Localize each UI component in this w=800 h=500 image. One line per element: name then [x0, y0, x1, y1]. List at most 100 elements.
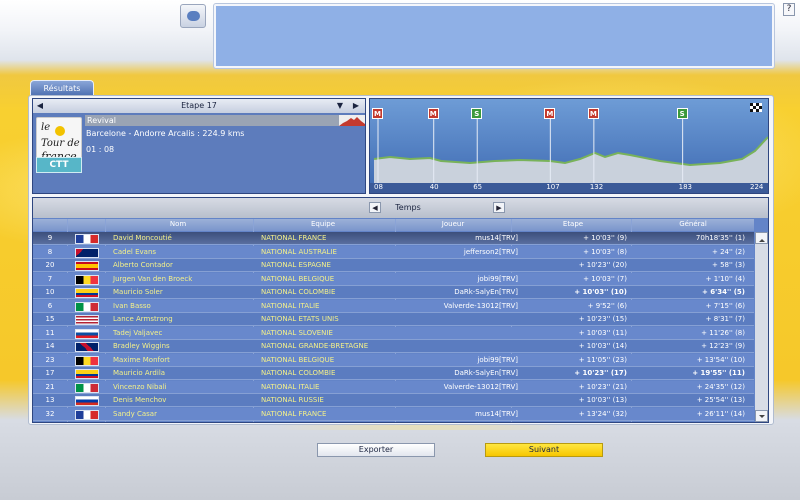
rider-name-cell: Mauricio Ardila [113, 369, 166, 377]
logo-text-le: le [41, 122, 51, 133]
stage-time: 01 : 08 [86, 145, 115, 154]
tab-results[interactable]: Résultats [30, 80, 94, 96]
rider-name-cell: Lance Armstrong [113, 315, 173, 323]
team-cell: NATIONAL FRANCE [261, 234, 327, 242]
flag-fr-icon [75, 409, 99, 420]
table-row[interactable]: 6 Ivan Basso NATIONAL ITALIE Valverde-13012… [33, 299, 754, 313]
stage-profile-chart: M M S M M S 08 40 65 107 132 183 224 [369, 98, 769, 194]
stage-time-cell: + 11'05'' (23) [578, 355, 627, 364]
sprint-marker-icon: S [471, 108, 483, 119]
chat-toggle-button[interactable] [180, 4, 206, 28]
team-cell: NATIONAL RUSSIE [261, 396, 324, 404]
rider-name-cell: Jurgen Van den Broeck [113, 274, 193, 283]
header-stage: Etape [562, 220, 584, 228]
general-time-cell: + 25'54'' (13) [696, 396, 745, 404]
table-row[interactable]: 32 Sandy Casar NATIONAL FRANCE mus14[TRV] + … [33, 407, 754, 421]
next-classification-button[interactable]: ▶ [493, 202, 505, 213]
player-cell: jobi99[TRV] [477, 274, 518, 283]
table-header: Nom Equipe Joueur Etape Général [33, 219, 754, 231]
table-row[interactable]: 17 Mauricio Ardila NATIONAL COLOMBIE DaRk-S… [33, 367, 754, 380]
table-row[interactable]: 11 Tadej Valjavec NATIONAL SLOVENIE + 10'03… [33, 326, 754, 340]
stage-label: Etape 17 [181, 101, 217, 110]
stage-time-cell: + 10'03'' (8) [583, 247, 627, 256]
profile-km-label: 40 [429, 183, 439, 191]
team-cell: NATIONAL SLOVENIE [261, 328, 333, 337]
team-cell: NATIONAL ITALIE [261, 382, 320, 391]
stage-time-cell: + 10'03'' (7) [583, 274, 627, 283]
prev-stage-arrow-icon[interactable]: ◀ [35, 101, 45, 111]
stage-time-cell: + 10'03'' (10) [574, 288, 627, 296]
stage-time-cell: + 13'24'' (32) [578, 409, 627, 418]
team-cell: NATIONAL ESPAGNE [261, 261, 331, 269]
rank-cell: 7 [47, 274, 53, 283]
rank-cell: 23 [45, 355, 55, 364]
team-cell: NATIONAL GRANDE-BRETAGNE [261, 342, 369, 350]
stage-time-cell: + 10'23'' (21) [578, 382, 627, 391]
next-button[interactable]: Suivant [485, 443, 603, 457]
next-stage-arrow-icon[interactable]: ▶ [351, 101, 361, 111]
rank-cell: 20 [45, 261, 55, 269]
mountain-marker-icon: M [587, 108, 599, 119]
player-cell: DaRk-SalyEn[TRV] [454, 288, 518, 296]
rider-name-cell: Cadel Evans [113, 247, 157, 256]
stage-time-cell: + 10'03'' (11) [578, 328, 627, 337]
table-scrollbar[interactable] [755, 232, 768, 422]
table-row[interactable]: 13 Denis Menchov NATIONAL RUSSIE + 10'03'' … [33, 394, 754, 407]
table-row[interactable]: 10 Mauricio Soler NATIONAL COLOMBIE DaRk-Sa… [33, 286, 754, 299]
player-cell: mus14[TRV] [475, 234, 518, 242]
player-cell: Valverde-13012[TRV] [443, 382, 518, 391]
table-row[interactable]: 23 Maxime Monfort NATIONAL BELGIQUE jobi99[… [33, 353, 754, 367]
flag-au-icon [75, 247, 99, 258]
team-cell: NATIONAL BELGIQUE [261, 274, 335, 283]
player-cell: Valverde-13012[TRV] [443, 301, 518, 310]
team-cell: NATIONAL ITALIE [261, 301, 320, 310]
table-row[interactable]: 8 Cadel Evans NATIONAL AUSTRALIE jefferson2… [33, 245, 754, 259]
flag-ru-icon [75, 396, 99, 406]
rider-name-cell: Ivan Basso [113, 301, 151, 310]
table-row[interactable]: 9 David Moncoutié NATIONAL FRANCE mus14[TRV… [33, 232, 754, 245]
general-time-cell: + 7'15'' (6) [705, 301, 745, 310]
stage-time-cell: + 10'23'' (15) [578, 315, 627, 323]
team-cell: NATIONAL COLOMBIE [261, 369, 336, 377]
rank-cell: 10 [45, 288, 55, 296]
help-button[interactable]: ? [783, 3, 795, 16]
flag-be-icon [75, 355, 99, 366]
table-title: Temps [395, 203, 421, 212]
rider-name-cell: Alberto Contador [113, 261, 173, 269]
mountain-marker-icon: M [427, 108, 439, 119]
scroll-up-button[interactable] [755, 232, 768, 244]
team-cell: NATIONAL ETATS UNIS [261, 315, 339, 323]
export-button[interactable]: Exporter [317, 443, 435, 457]
player-cell: DaRk-SalyEn[TRV] [454, 369, 518, 377]
stage-time-cell: + 10'23'' (20) [578, 261, 627, 269]
rider-name-cell: Denis Menchov [113, 396, 167, 404]
profile-km-label: 65 [473, 183, 483, 191]
table-row[interactable]: 15 Lance Armstrong NATIONAL ETATS UNIS + 10… [33, 313, 754, 326]
table-row[interactable]: 20 Alberto Contador NATIONAL ESPAGNE + 10'2… [33, 259, 754, 272]
general-time-cell: + 12'23'' (9) [701, 342, 745, 350]
profile-km-label: 132 [589, 183, 604, 191]
general-time-cell: + 1'10'' (4) [705, 274, 745, 283]
table-row[interactable]: 21 Vincenzo Nibali NATIONAL ITALIE Valverde… [33, 380, 754, 394]
stage-time-cell: + 10'03'' (9) [583, 234, 627, 242]
stage-time-cell: + 9'52'' (6) [587, 301, 627, 310]
stage-time-cell: + 10'23'' (17) [574, 369, 627, 377]
stage-dropdown-icon[interactable]: ▼ [335, 101, 345, 111]
stage-info-box: ◀ Etape 17 ▼ ▶ le Tour de france CTT Rev… [32, 98, 366, 194]
finish-flag-icon [750, 103, 762, 112]
logo-text-tour: Tour de [41, 138, 80, 149]
header-general: Général [679, 220, 707, 228]
flag-be-icon [75, 274, 99, 285]
general-time-cell: + 6'34'' (5) [701, 288, 745, 296]
team-cell: NATIONAL BELGIQUE [261, 355, 335, 364]
rank-cell: 9 [47, 234, 53, 242]
logo-sun-icon [55, 126, 65, 136]
general-time-cell: + 13'54'' (10) [696, 355, 745, 364]
table-row[interactable]: 14 Bradley Wiggins NATIONAL GRANDE-BRETAGN… [33, 340, 754, 353]
chat-message-area[interactable] [213, 3, 775, 69]
general-time-cell: + 26'11'' (14) [696, 409, 745, 418]
stage-route: Barcelone - Andorre Arcalis : 224.9 kms [86, 129, 245, 138]
table-row[interactable]: 7 Jurgen Van den Broeck NATIONAL BELGIQUE j… [33, 272, 754, 286]
scroll-down-button[interactable] [755, 410, 768, 422]
general-time-cell: + 19'55'' (11) [692, 369, 745, 377]
